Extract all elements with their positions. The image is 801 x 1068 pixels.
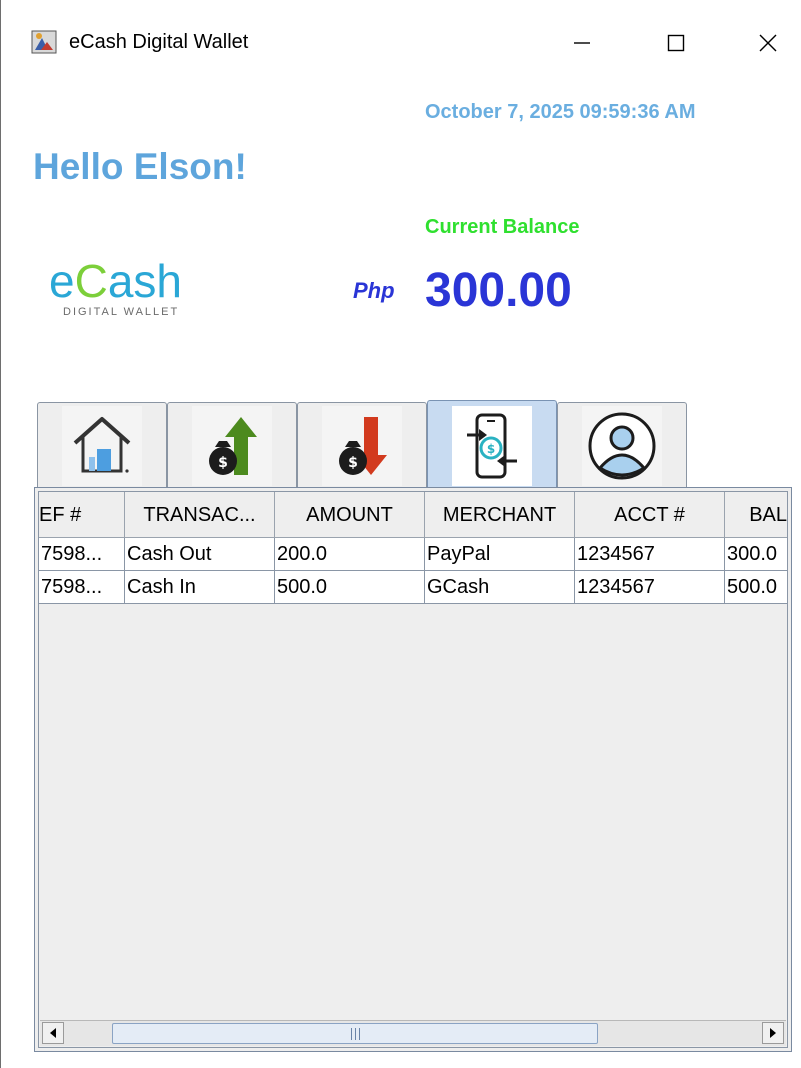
scrollbar-thumb[interactable]: [112, 1023, 598, 1044]
cell-acct: 1234567: [575, 538, 725, 571]
logo-wordmark: eCash: [49, 255, 182, 307]
col-ref[interactable]: EF #: [39, 492, 125, 538]
current-balance-label: Current Balance: [425, 216, 580, 238]
tab-bar: $ $ $: [37, 400, 757, 490]
greeting-label: Hello Elson!: [33, 146, 247, 187]
transactions-table: EF # TRANSAC... AMOUNT MERCHANT ACCT # B…: [39, 492, 787, 604]
cash-out-icon: $: [339, 416, 387, 475]
cell-merchant: GCash: [425, 571, 575, 604]
cell-amount: 500.0: [275, 571, 425, 604]
cell-amount: 200.0: [275, 538, 425, 571]
cell-ref: 7598...: [39, 571, 125, 604]
minimize-button[interactable]: [557, 20, 607, 66]
currency-label: Php: [353, 278, 395, 303]
cell-transaction: Cash In: [125, 571, 275, 604]
logo-tagline: DIGITAL WALLET: [63, 306, 180, 318]
grip-icon: [350, 1027, 360, 1040]
tab-cash-out[interactable]: $: [297, 402, 427, 488]
cell-balance: 500.0: [727, 576, 778, 598]
maximize-icon: [667, 34, 685, 52]
balance-amount: 300.00: [425, 264, 572, 317]
table-row[interactable]: 7598... Cash Out 200.0 PayPal 1234567 30…: [39, 538, 787, 571]
scroll-left-button[interactable]: [42, 1022, 64, 1044]
transactions-panel: EF # TRANSAC... AMOUNT MERCHANT ACCT # B…: [34, 487, 792, 1052]
col-balance[interactable]: BAL: [725, 492, 787, 538]
close-icon: [759, 34, 777, 52]
arrow-left-icon: [50, 1028, 56, 1038]
svg-text:$: $: [487, 442, 495, 456]
tab-home[interactable]: [37, 402, 167, 488]
col-merchant[interactable]: MERCHANT: [425, 492, 575, 538]
datetime-label: October 7, 2025 09:59:36 AM: [425, 101, 696, 123]
cell-acct: 1234567: [575, 571, 725, 604]
cell-ref: 7598...: [39, 538, 125, 571]
tab-transactions[interactable]: $: [427, 400, 557, 490]
minimize-icon: [574, 42, 590, 44]
scroll-right-button[interactable]: [762, 1022, 784, 1044]
maximize-button[interactable]: [651, 20, 701, 66]
tab-profile[interactable]: [557, 402, 687, 488]
cell-balance: 300.0: [727, 543, 778, 565]
window-title: eCash Digital Wallet: [69, 31, 249, 53]
col-acct[interactable]: ACCT #: [575, 492, 725, 538]
transactions-icon: $: [467, 413, 517, 478]
java-app-icon: [31, 30, 57, 54]
cell-transaction: Cash Out: [125, 538, 275, 571]
app-window: eCash Digital Wallet October 7, 2025 09:…: [0, 0, 801, 1068]
svg-text:$: $: [348, 455, 358, 471]
table-row[interactable]: 7598... Cash In 500.0 GCash 1234567 500.…: [39, 571, 787, 604]
cash-in-icon: $: [209, 416, 257, 475]
arrow-right-icon: [770, 1028, 776, 1038]
home-icon: [73, 416, 131, 473]
col-transaction[interactable]: TRANSAC...: [125, 492, 275, 538]
svg-text:$: $: [218, 455, 228, 471]
col-amount[interactable]: AMOUNT: [275, 492, 425, 538]
cell-merchant: PayPal: [425, 538, 575, 571]
profile-icon: [588, 412, 656, 479]
close-button[interactable]: [743, 20, 793, 66]
tab-cash-in[interactable]: $: [167, 402, 297, 488]
table-header: EF # TRANSAC... AMOUNT MERCHANT ACCT # B…: [39, 492, 787, 538]
title-bar: eCash Digital Wallet: [1, 0, 801, 84]
horizontal-scrollbar[interactable]: [40, 1020, 786, 1046]
ecash-logo: eCash DIGITAL WALLET: [39, 254, 229, 326]
transactions-scrollpane[interactable]: EF # TRANSAC... AMOUNT MERCHANT ACCT # B…: [38, 491, 788, 1048]
